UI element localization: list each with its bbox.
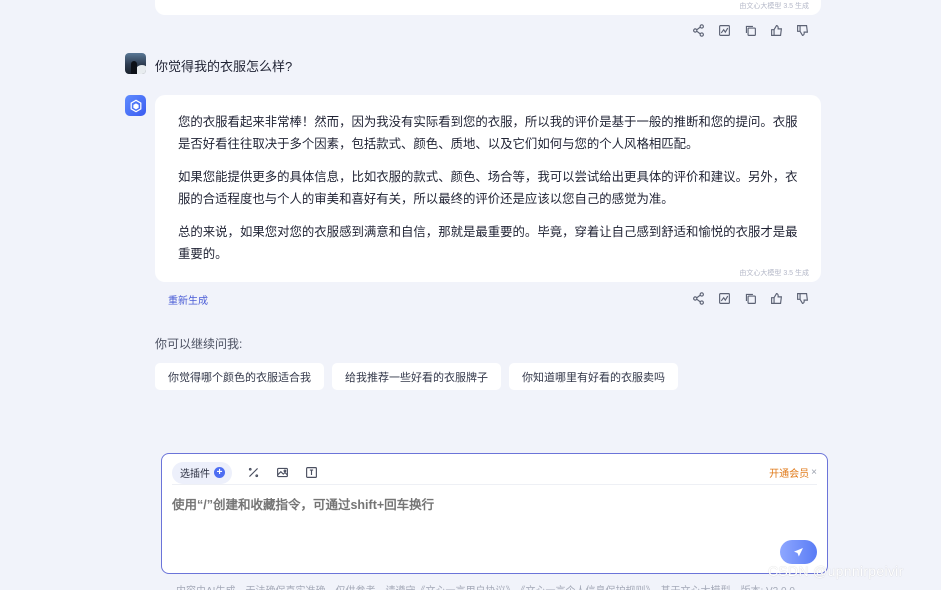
answer-actions	[691, 291, 809, 305]
copy-icon[interactable]	[743, 291, 757, 305]
chart-icon[interactable]	[717, 23, 731, 37]
thumb-up-icon[interactable]	[769, 291, 783, 305]
chat-input[interactable]	[172, 498, 812, 512]
plus-icon: +	[214, 467, 225, 478]
thumb-up-icon[interactable]	[769, 23, 783, 37]
close-icon[interactable]: ×	[811, 467, 817, 478]
suggestion-chip[interactable]: 给我推荐一些好看的衣服牌子	[332, 363, 501, 390]
user-avatar	[125, 53, 146, 74]
suggestions-title: 你可以继续问我:	[155, 337, 243, 351]
share-icon[interactable]	[691, 23, 705, 37]
previous-answer-card: 由文心大模型 3.5 生成	[155, 0, 821, 15]
watermark: CSDN @upnnirpeivir	[768, 563, 904, 579]
model-tag: 由文心大模型 3.5 生成	[739, 3, 809, 10]
bot-avatar-icon	[125, 95, 146, 116]
answer-paragraph: 您的衣服看起来非常棒！然而，因为我没有实际看到您的衣服，所以我的评价是基于一般的…	[178, 115, 798, 151]
suggestion-chip[interactable]: 你知道哪里有好看的衣服卖吗	[509, 363, 678, 390]
previous-answer-actions	[691, 23, 809, 37]
share-icon[interactable]	[691, 291, 705, 305]
footer-disclaimer: 内容由AI生成，无法确保真实准确，仅供参考，请遵守《文心一言用户协议》、《文心一…	[176, 582, 795, 590]
thumb-down-icon[interactable]	[795, 23, 809, 37]
suggestion-chip[interactable]: 你觉得哪个颜色的衣服适合我	[155, 363, 324, 390]
chart-icon[interactable]	[717, 291, 731, 305]
image-icon[interactable]	[274, 465, 290, 481]
answer-text: 您的衣服看起来非常棒！然而，因为我没有实际看到您的衣服，所以我的评价是基于一般的…	[178, 111, 798, 276]
send-button[interactable]	[780, 540, 817, 564]
text-icon[interactable]	[303, 465, 319, 481]
send-icon	[794, 547, 803, 556]
command-icon[interactable]	[245, 465, 261, 481]
avatar-figure	[131, 61, 137, 74]
answer-paragraph: 总的来说，如果您对您的衣服感到满意和自信，那就是最重要的。毕竟，穿着让自己感到舒…	[178, 225, 798, 261]
suggestion-chips: 你觉得哪个颜色的衣服适合我 给我推荐一些好看的衣服牌子 你知道哪里有好看的衣服卖…	[155, 363, 678, 390]
answer-paragraph: 如果您能提供更多的具体信息，比如衣服的款式、颜色、场合等，我可以尝试给出更具体的…	[178, 170, 798, 206]
input-toolbar: 选插件 + 开通会员 ×	[172, 461, 817, 485]
answer-card: 您的衣服看起来非常棒！然而，因为我没有实际看到您的衣服，所以我的评价是基于一般的…	[155, 95, 821, 282]
vip-label[interactable]: 开通会员	[769, 465, 809, 480]
user-question: 你觉得我的衣服怎么样?	[155, 59, 293, 74]
plugin-label: 选插件	[180, 469, 210, 480]
regenerate-button[interactable]: 重新生成	[168, 292, 208, 307]
chat-input-box: 选插件 + 开通会员 ×	[161, 453, 828, 574]
copy-icon[interactable]	[743, 23, 757, 37]
vip-promo[interactable]: 开通会员 ×	[769, 465, 817, 480]
select-plugin-button[interactable]: 选插件 +	[172, 461, 232, 484]
thumb-down-icon[interactable]	[795, 291, 809, 305]
model-tag: 由文心大模型 3.5 生成	[739, 270, 809, 277]
